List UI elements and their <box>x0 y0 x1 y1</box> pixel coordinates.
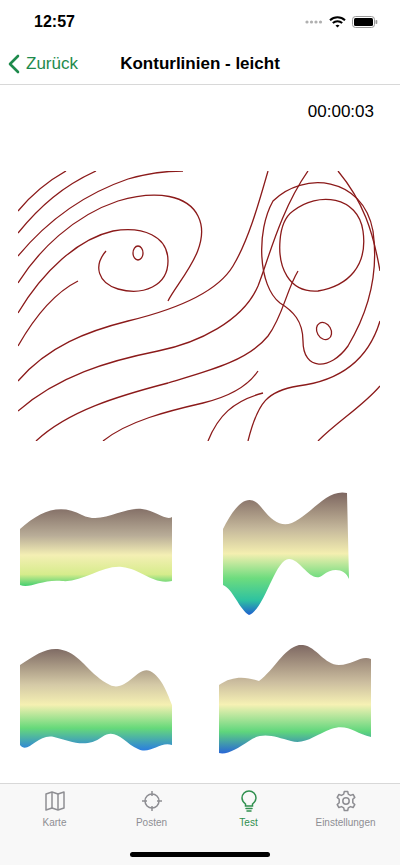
nav-bar: Zurück Konturlinien - leicht <box>0 44 400 85</box>
back-label[interactable]: Zurück <box>26 51 78 77</box>
content: 00:00:03 <box>0 85 400 783</box>
surface-option[interactable] <box>219 645 371 757</box>
surface-option[interactable] <box>219 489 371 615</box>
wifi-icon <box>329 16 346 28</box>
chevron-left-icon <box>8 54 20 74</box>
back-button[interactable]: Zurück <box>0 51 78 77</box>
tab-label[interactable]: Karte <box>43 815 67 830</box>
battery-icon <box>352 16 378 28</box>
clock: 12:57 <box>34 10 75 34</box>
lightbulb-icon <box>237 789 261 813</box>
surface-option[interactable] <box>20 645 172 757</box>
tab-label[interactable]: Einstellungen <box>315 815 375 830</box>
tab-item[interactable]: Posten <box>112 789 192 830</box>
tab-label[interactable]: Posten <box>136 815 167 830</box>
crosshair-icon <box>140 789 164 813</box>
map-icon <box>43 789 67 813</box>
signal-icon <box>305 17 323 27</box>
gear-icon <box>334 789 358 813</box>
surface-options <box>20 489 380 757</box>
status-bar: 12:57 <box>0 0 400 44</box>
timer: 00:00:03 <box>308 99 374 125</box>
tab-bar: Karte Posten Test Einstellungen <box>0 783 400 865</box>
tab-label[interactable]: Test <box>239 815 257 830</box>
home-indicator <box>130 852 270 857</box>
tab-item[interactable]: Test <box>209 789 289 830</box>
status-icons <box>305 16 378 28</box>
surface-option[interactable] <box>20 489 172 601</box>
nav-title: Konturlinien - leicht <box>110 51 290 77</box>
tab-item[interactable]: Karte <box>15 789 95 830</box>
contour-map <box>18 171 382 441</box>
tab-item[interactable]: Einstellungen <box>306 789 386 830</box>
